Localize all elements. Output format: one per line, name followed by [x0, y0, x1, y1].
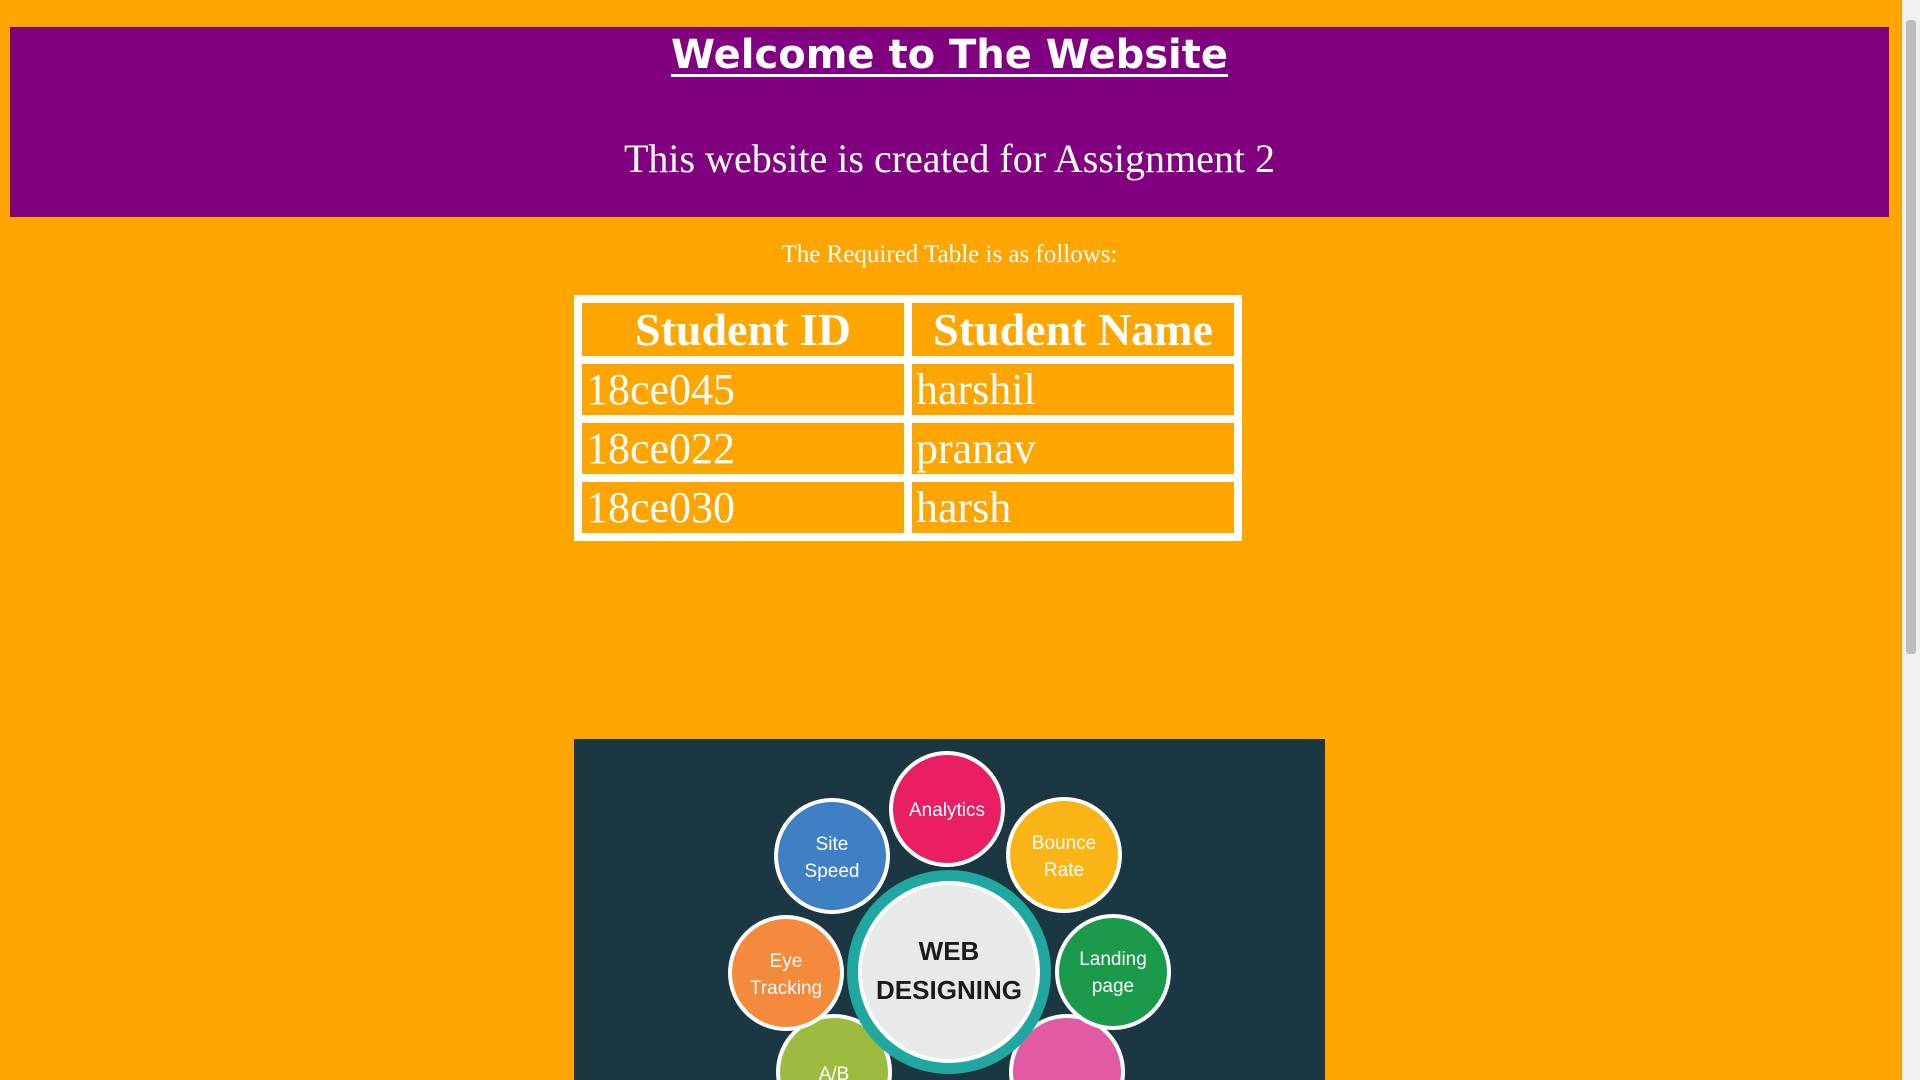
table-row: 18ce022 pranav	[578, 419, 1238, 478]
center-label-line2: DESIGNING	[876, 975, 1022, 1005]
table-intro-text: The Required Table is as follows:	[781, 241, 1118, 268]
bubble-site-speed: Site Speed	[774, 798, 890, 914]
bubble-site-speed-line2: Speed	[805, 861, 860, 882]
students-table: Student ID Student Name 18ce045 harshil …	[574, 295, 1242, 541]
bubble-bounce-rate-line2: Rate	[1044, 860, 1084, 881]
page-title: Welcome to The Website	[670, 32, 1229, 78]
student-id-cell: 18ce022	[578, 419, 908, 478]
page-subtitle: This website is created for Assignment 2	[624, 136, 1275, 181]
bubble-eye-tracking: Eye Tracking	[728, 915, 844, 1031]
bubble-site-speed-line1: Site	[816, 834, 849, 855]
header-banner: Welcome to The Website This website is c…	[10, 27, 1889, 217]
bubble-landing-page-line2: page	[1092, 976, 1134, 997]
web-designing-image: Analytics Site Speed Bounce Rate A/B Eye	[574, 739, 1325, 1080]
student-id-cell: 18ce045	[578, 360, 908, 419]
student-id-cell: 18ce030	[578, 478, 908, 537]
header-student-name: Student Name	[908, 299, 1238, 360]
center-circle: WEB DESIGNING	[847, 870, 1051, 1074]
bubble-eye-tracking-line2: Tracking	[750, 978, 822, 999]
vertical-scrollbar[interactable]	[1902, 0, 1920, 1080]
bubble-landing-page-line1: Landing	[1079, 949, 1147, 970]
header-student-id: Student ID	[578, 299, 908, 360]
center-label-line1: WEB	[919, 936, 980, 966]
table-row: 18ce045 harshil	[578, 360, 1238, 419]
bubble-eye-tracking-line1: Eye	[770, 951, 803, 972]
bubble-analytics: Analytics	[889, 751, 1005, 867]
bubble-landing-page: Landing page	[1055, 914, 1171, 1030]
page: { "header": { "title": "Welcome to The W…	[0, 0, 1920, 1080]
bubble-a-b-label: A/B	[819, 1064, 850, 1080]
student-name-cell: pranav	[908, 419, 1238, 478]
student-name-cell: harshil	[908, 360, 1238, 419]
bubble-bounce-rate-line1: Bounce	[1032, 833, 1096, 854]
scrollbar-thumb[interactable]	[1906, 20, 1916, 654]
table-row: 18ce030 harsh	[578, 478, 1238, 537]
table-header-row: Student ID Student Name	[578, 299, 1238, 360]
bubble-bounce-rate: Bounce Rate	[1006, 797, 1122, 913]
web-designing-graphic: Analytics Site Speed Bounce Rate A/B Eye	[728, 751, 1171, 1080]
student-name-cell: harsh	[908, 478, 1238, 537]
bubble-analytics-label: Analytics	[909, 800, 985, 821]
